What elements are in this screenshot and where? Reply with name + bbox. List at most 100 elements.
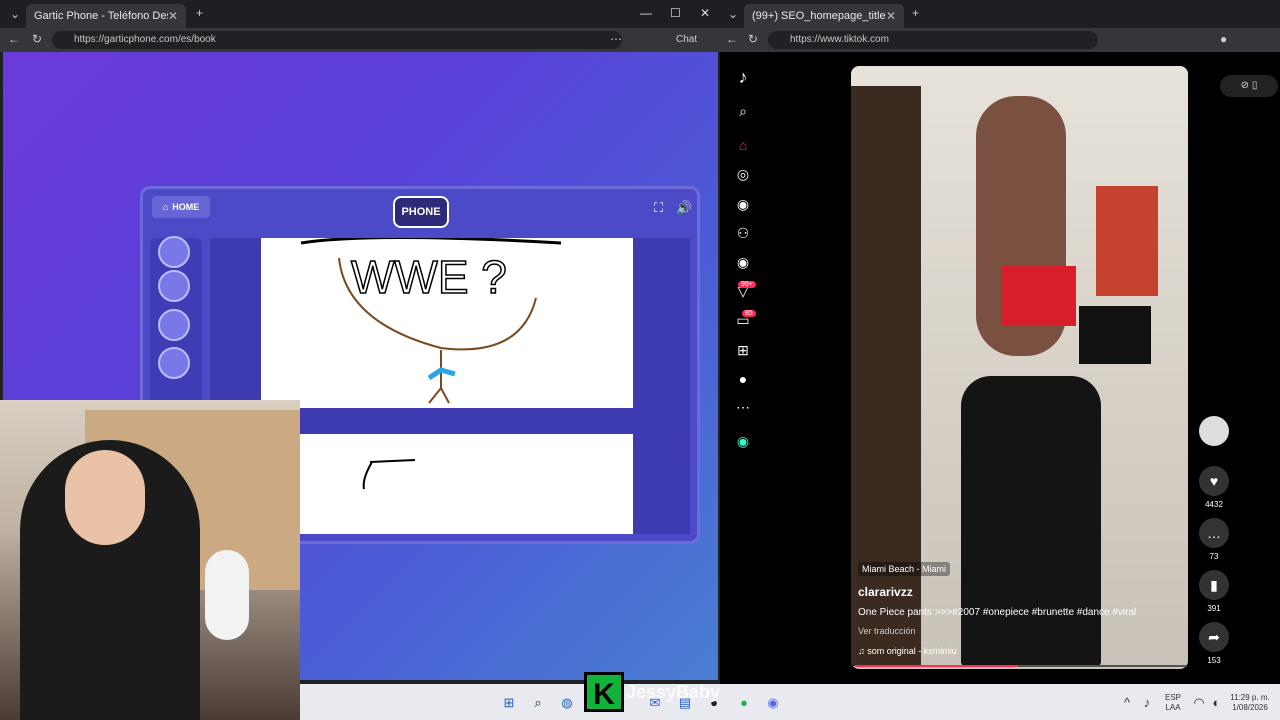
discord-icon[interactable]: ◉ [764, 694, 782, 712]
clock-time: 11:29 p. m. [1230, 693, 1270, 702]
reload-icon[interactable]: ↻ [748, 32, 758, 46]
video-player[interactable] [851, 66, 1188, 669]
spotify-icon[interactable]: ● [735, 694, 753, 712]
bookmark-icon: ▮ [1199, 570, 1229, 600]
video-dancer-pants [961, 376, 1101, 666]
tray-chevron-icon[interactable]: ^ [1118, 694, 1136, 712]
more-icon[interactable]: ⋯ [734, 398, 752, 416]
microphone [205, 550, 249, 640]
tab-list-icon[interactable]: ⌄ [10, 7, 20, 21]
streamer-face [65, 450, 145, 545]
sound-link[interactable]: ♫ som original - ksmimiu [858, 646, 1178, 656]
video-scene-poster [1096, 186, 1158, 296]
location-tag[interactable]: Miami Beach - Miami [858, 562, 951, 576]
share-count: 153 [1207, 656, 1221, 665]
streamer-watermark: JessyBaby [626, 682, 721, 702]
language-bottom: LAA [1165, 703, 1181, 712]
messages-badge: 85 [742, 310, 756, 317]
tiktok-browser-window: ⌄ (99+) SEO_homepage_title ✕ + ← ↻ https… [720, 0, 1280, 684]
back-icon[interactable]: ← [726, 32, 738, 46]
video-description: One Piece pants >>>#2007 #onepiece #brun… [858, 607, 1137, 618]
fullscreen-icon[interactable]: ⛶ [654, 200, 663, 216]
minimize-icon[interactable]: — [640, 6, 652, 20]
url-field[interactable]: https://garticphone.com/es/book [52, 31, 622, 49]
share-button[interactable]: ➦ 153 [1198, 622, 1230, 665]
save-count: 391 [1207, 604, 1221, 613]
drawing-card: WWE ? [261, 236, 633, 408]
answer-card [300, 434, 633, 534]
webcam-overlay [0, 400, 300, 720]
profile-avatar-icon[interactable]: ● [734, 370, 752, 388]
player-avatar[interactable] [158, 270, 190, 302]
drawing-text: WWE ? [351, 251, 507, 303]
volume-icon[interactable]: 🔊 [676, 200, 692, 216]
comment-count: 73 [1209, 552, 1219, 561]
profile-icon[interactable]: ● [1220, 32, 1227, 46]
translate-link[interactable]: Ver traducción [858, 626, 1178, 636]
like-count: 4432 [1205, 500, 1223, 509]
home-icon[interactable]: ⌂ [734, 136, 752, 154]
following-icon[interactable]: ⚇ [734, 224, 752, 242]
author-avatar-button[interactable] [1198, 416, 1230, 450]
maximize-icon[interactable]: ☐ [670, 6, 681, 20]
explore-icon[interactable]: ◎ [734, 165, 752, 183]
comment-icon: … [1199, 518, 1229, 548]
comment-button[interactable]: … 73 [1198, 518, 1230, 561]
player-avatar[interactable] [158, 309, 190, 341]
language-top: ESP [1164, 693, 1181, 702]
close-window-icon[interactable]: ✕ [700, 6, 710, 20]
new-tab-icon[interactable]: + [196, 6, 203, 20]
clock-date: 1/08/2026 [1232, 703, 1268, 712]
live-icon[interactable]: ◉ [734, 432, 752, 450]
chat-button[interactable]: Chat [676, 34, 697, 45]
reload-icon[interactable]: ↻ [32, 32, 42, 46]
video-progress-fill [855, 665, 1018, 667]
save-button[interactable]: ▮ 391 [1198, 570, 1230, 613]
tab-bar: ⌄ Gartic Phone - Teléfono Descomp ✕ + — … [0, 0, 720, 28]
player-avatar[interactable] [158, 347, 190, 379]
extensions-icon[interactable]: ⋯ [610, 32, 622, 46]
video-author[interactable]: clararivzz [858, 585, 1178, 599]
tab-gartic[interactable]: Gartic Phone - Teléfono Descomp ✕ [26, 4, 186, 28]
search-icon[interactable]: ⌕ [529, 694, 547, 712]
desktop: ⌄ Gartic Phone - Teléfono Descomp ✕ + — … [0, 0, 1280, 720]
home-label: HOME [172, 202, 200, 212]
video-progress-bar[interactable] [855, 665, 1187, 667]
answer-sketch [362, 459, 416, 490]
tab-bar: ⌄ (99+) SEO_homepage_title ✕ + [720, 0, 1280, 28]
address-bar: ← ↻ https://www.tiktok.com ● [720, 28, 1280, 52]
back-icon[interactable]: ← [8, 32, 20, 46]
search-icon[interactable]: ⌕ [734, 102, 752, 120]
home-button[interactable]: ⌂ HOME [152, 196, 210, 218]
activity-badge: 99+ [738, 281, 756, 288]
close-tab-icon[interactable]: ✕ [168, 9, 178, 23]
player-avatar[interactable] [158, 236, 190, 268]
tab-tiktok[interactable]: (99+) SEO_homepage_title ✕ [744, 4, 904, 28]
tiktok-sidebar: ♪ ⌕ ⌂ ◎ ◉ ⚇ ◉ ▽ 99+ ▭ 85 ⊞ ● ⋯ ◉ [720, 52, 766, 684]
close-tab-icon[interactable]: ✕ [886, 9, 896, 23]
windows-start-icon[interactable]: ⊞ [500, 694, 518, 712]
heart-icon: ♥ [1199, 466, 1229, 496]
address-bar: ← ↻ https://garticphone.com/es/book ⋯ Ch… [0, 28, 720, 52]
tiktok-logo-icon[interactable]: ♪ [734, 68, 752, 86]
video-dancer-top [1001, 266, 1076, 326]
video-scene-door [851, 86, 921, 666]
tab-title: (99+) SEO_homepage_title [752, 10, 886, 22]
drawing-sketch: WWE ? [300, 236, 562, 404]
like-button[interactable]: ♥ 4432 [1198, 466, 1230, 509]
edge-icon[interactable]: ◍ [558, 694, 576, 712]
tab-list-icon[interactable]: ⌄ [728, 7, 738, 21]
microphone-tray-icon[interactable]: ♪ [1138, 694, 1156, 712]
live-avatar-icon[interactable]: ◉ [734, 195, 752, 213]
video-controls-pill[interactable]: ⊘ ▯ [1220, 75, 1278, 97]
url-field[interactable]: https://www.tiktok.com [768, 31, 1098, 49]
upload-icon[interactable]: ⊞ [734, 341, 752, 359]
new-tab-icon[interactable]: + [912, 6, 919, 20]
clock[interactable]: 11:29 p. m. 1/08/2026 [1222, 693, 1278, 713]
stream-logo: K [584, 672, 624, 712]
friends-avatar-icon[interactable]: ◉ [734, 253, 752, 271]
tab-title: Gartic Phone - Teléfono Descomp [34, 10, 168, 22]
sound-name: som original - ksmimiu [867, 646, 957, 656]
author-avatar [1199, 416, 1229, 446]
language-indicator[interactable]: ESP LAA [1160, 693, 1186, 713]
